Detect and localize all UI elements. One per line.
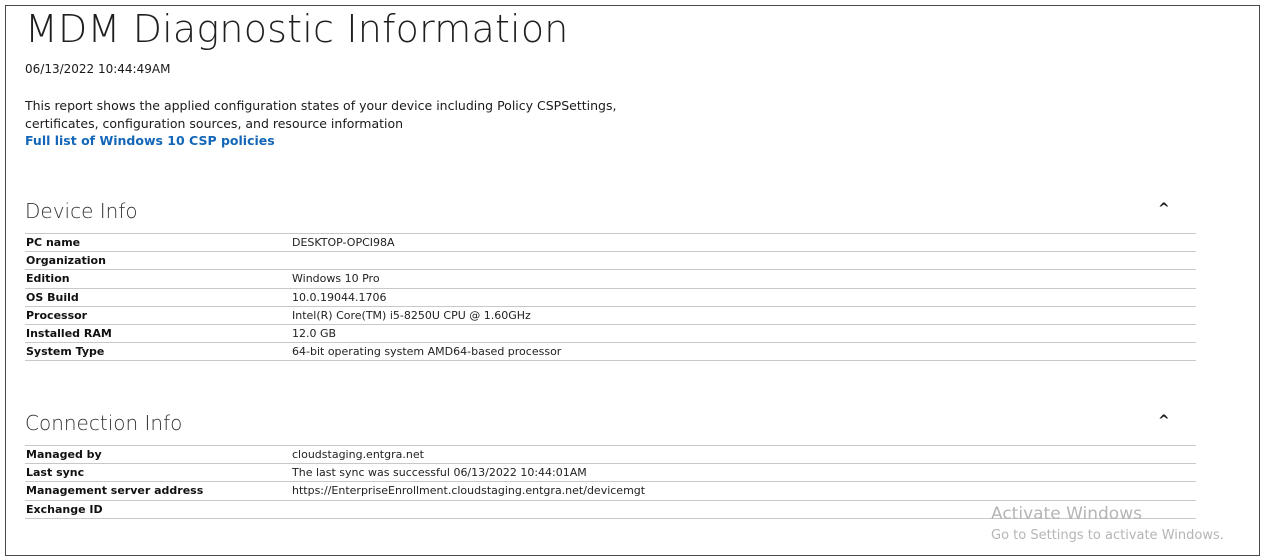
table-row: Edition Windows 10 Pro	[25, 269, 1196, 287]
row-value: cloudstaging.entgra.net	[292, 448, 424, 461]
row-label: Installed RAM	[26, 326, 112, 340]
device-info-table: PC name DESKTOP-OPCI98A Organization Edit…	[25, 233, 1196, 362]
row-label: Last sync	[26, 466, 85, 480]
table-row: System Type 64-bit operating system AMD64…	[25, 342, 1196, 362]
csp-policies-link[interactable]: Full list of Windows 10 CSP policies	[25, 133, 275, 148]
row-value: https://EnterpriseEnrollment.cloudstagin…	[292, 484, 646, 498]
table-row: OS Build 10.0.19044.1706	[25, 287, 1196, 306]
row-label: Edition	[26, 272, 70, 286]
row-label: System Type	[26, 345, 105, 359]
device-info-title: Device Info	[25, 199, 138, 223]
report-timestamp: 06/13/2022 10:44:49AM	[25, 62, 171, 76]
row-label: Managed by	[26, 448, 102, 461]
caret-up-icon[interactable]: ^	[1158, 413, 1170, 429]
row-label: Exchange ID	[26, 502, 103, 516]
connection-info-title: Connection Info	[25, 411, 183, 435]
row-label: Organization	[26, 254, 106, 268]
page-title: MDM Diagnostic Information	[25, 7, 569, 51]
description-line-1: This report shows the applied configurat…	[25, 98, 617, 113]
row-label: Processor	[26, 308, 88, 322]
table-row: Last sync The last sync was successful 06…	[25, 463, 1196, 481]
row-value: DESKTOP-OPCI98A	[292, 236, 395, 249]
watermark-subtitle: Go to Settings to activate Windows.	[991, 528, 1224, 543]
caret-up-icon[interactable]: ^	[1158, 201, 1170, 217]
table-row: Installed RAM 12.0 GB	[25, 323, 1196, 342]
table-row: Processor Intel(R) Core(TM) i5-8250U CPU …	[25, 305, 1196, 324]
row-value: Intel(R) Core(TM) i5-8250U CPU @ 1.60GHz	[292, 308, 531, 322]
row-value: Windows 10 Pro	[292, 272, 380, 286]
row-value: The last sync was successful 06/13/2022 …	[292, 466, 587, 480]
row-label: OS Build	[26, 290, 79, 304]
row-value: 10.0.19044.1706	[292, 290, 387, 304]
table-row: Management server address https://Enterpr…	[25, 481, 1196, 499]
table-row: Managed by cloudstaging.entgra.net	[25, 445, 1196, 463]
description-line-2: certificates, configuration sources, and…	[25, 116, 404, 131]
watermark-title: Activate Windows	[991, 504, 1142, 524]
report-description: This report shows the applied configurat…	[25, 97, 625, 133]
table-row: PC name DESKTOP-OPCI98A	[25, 233, 1196, 251]
row-value: 12.0 GB	[292, 326, 337, 340]
table-row: Organization	[25, 251, 1196, 269]
row-label: Management server address	[26, 484, 204, 498]
activate-windows-watermark: Activate Windows Go to Settings to activ…	[991, 504, 1224, 543]
row-value: 64-bit operating system AMD64-based proc…	[292, 345, 562, 359]
row-label: PC name	[26, 236, 81, 249]
